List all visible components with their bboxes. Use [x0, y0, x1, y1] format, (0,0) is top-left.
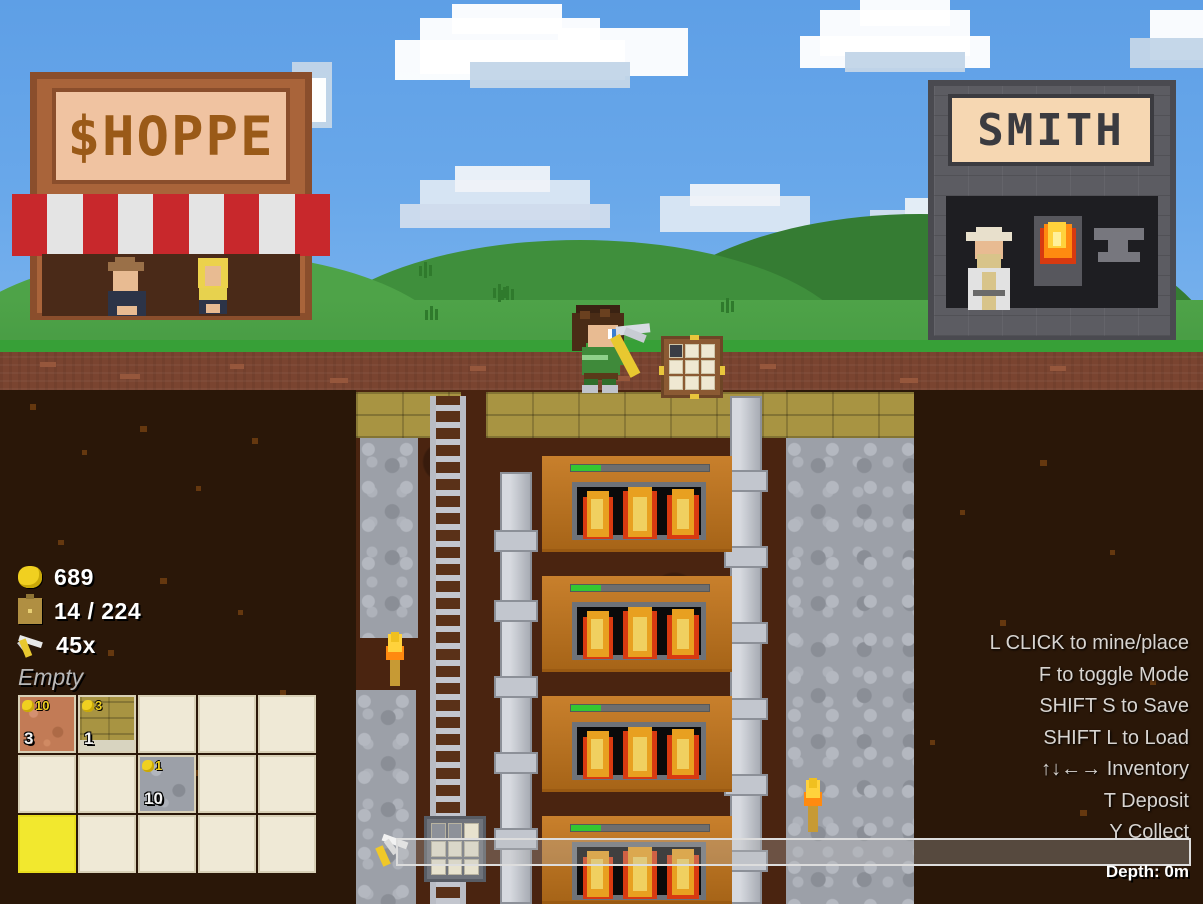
brick-band-far-right	[786, 392, 914, 438]
furnace-window	[572, 722, 706, 780]
gold-coin-icon	[22, 699, 34, 712]
inventory-slot-1[interactable]: 31	[78, 695, 136, 753]
gold-coin-icon	[18, 566, 42, 588]
stone-block-right[interactable]	[786, 438, 914, 904]
backpack-icon	[18, 594, 42, 624]
pickaxe-icon	[17, 633, 44, 658]
stone-block-left[interactable]	[360, 438, 418, 638]
slot-quantity: 10	[144, 789, 163, 808]
control-hint-1: F to toggle Mode	[1038, 663, 1189, 686]
inventory-slot-5[interactable]	[18, 755, 76, 813]
smith-npc[interactable]	[966, 227, 1012, 310]
furnace-progress-fill	[571, 705, 602, 711]
slot-quantity: 3	[24, 729, 34, 748]
control-hint-3: SHIFT L to Load	[1043, 726, 1189, 749]
shop-building[interactable]: $HOPPE	[12, 72, 330, 320]
player-character[interactable]	[572, 305, 651, 393]
shop-awning	[12, 194, 330, 256]
control-hint-4: ↑↓←→ Inventory	[1041, 758, 1189, 780]
shop-sign: $HOPPE	[52, 88, 290, 184]
fire-icon	[577, 727, 701, 779]
shop-npc-2[interactable]	[196, 258, 232, 316]
inventory-slot-8[interactable]	[198, 755, 256, 813]
torch-right[interactable]	[800, 778, 826, 832]
furnace-progress-fill	[571, 825, 602, 831]
torch-left[interactable]	[382, 632, 408, 686]
controls-hint-panel: L CLICK to mine/place F to toggle Mode SHI…	[990, 628, 1189, 849]
inventory-slot-3[interactable]	[198, 695, 256, 753]
inventory-slot-4[interactable]	[258, 695, 316, 753]
furnace-progress-bar	[570, 704, 710, 712]
inventory-slot-14[interactable]	[258, 815, 316, 873]
slot-price: 3	[82, 698, 102, 713]
furnace-1[interactable]	[542, 576, 732, 672]
hud-gold-row: 689	[18, 560, 316, 594]
control-hint-2: SHIFT S to Save	[1039, 695, 1189, 717]
forge-fire-icon	[1040, 222, 1076, 264]
inventory-slot-0[interactable]: 10 3	[18, 695, 76, 753]
fire-icon	[577, 607, 701, 659]
fire-icon	[577, 487, 701, 539]
furnace-window	[572, 602, 706, 660]
furnace-0[interactable]	[542, 456, 732, 552]
furnace-progress-fill	[571, 585, 602, 591]
inventory-slot-13[interactable]	[198, 815, 256, 873]
shop-npc-1[interactable]	[108, 257, 148, 316]
inventory-slot-7[interactable]: 1 10	[138, 755, 196, 813]
inventory-slot-10[interactable]	[18, 815, 76, 873]
hud-capacity-row: 14 / 224	[18, 594, 316, 628]
inventory-slot-9[interactable]	[258, 755, 316, 813]
shop-stall	[42, 254, 300, 316]
inventory-slot-6[interactable]	[78, 755, 136, 813]
furnace-progress-bar	[570, 824, 710, 832]
hud-pickaxe-row: 45x	[17, 628, 316, 662]
furnace-2[interactable]	[542, 696, 732, 792]
depth-label: Depth: 0m	[1105, 862, 1189, 881]
stone-block-left-2[interactable]	[356, 690, 416, 904]
gold-coin-icon	[142, 759, 154, 772]
control-hint-0: L CLICK to mine/place	[989, 632, 1189, 654]
smith-sign: SMITH	[948, 94, 1154, 166]
pickaxe-value: 45x	[56, 631, 96, 658]
furnace-progress-bar	[570, 464, 710, 472]
shop-sign-text: $HOPPE	[67, 104, 275, 168]
control-hint-5: T Deposit	[1103, 789, 1189, 812]
furnace-window	[572, 482, 706, 540]
furnace-progress-fill	[571, 465, 602, 471]
hud-panel: 689 14 / 224 45x Empty 10 3 3 1 1 10	[17, 560, 316, 873]
inventory-grid[interactable]: 10 3 3 1 1 10	[18, 695, 316, 873]
inventory-slot-12[interactable]	[138, 815, 196, 873]
depth-progress-bar[interactable]	[396, 838, 1191, 866]
inventory-slot-2[interactable]	[138, 695, 196, 753]
gold-coin-icon	[82, 699, 94, 712]
crafting-table-surface[interactable]	[659, 335, 725, 399]
game-viewport[interactable]: $HOPPE SMITH 689 14 / 224 45x Empty 10 3…	[0, 0, 1203, 904]
smith-building[interactable]: SMITH	[928, 80, 1176, 342]
slot-price: 10	[22, 698, 49, 713]
capacity-value: 14 / 224	[54, 597, 142, 624]
slot-price: 1	[142, 758, 162, 773]
inventory-slot-11[interactable]	[78, 815, 136, 873]
slot-quantity: 1	[84, 729, 94, 748]
anvil	[1094, 228, 1144, 240]
selection-label: Empty	[18, 664, 84, 690]
gold-value: 689	[54, 563, 94, 590]
furnace-progress-bar	[570, 584, 710, 592]
smith-sign-text: SMITH	[977, 104, 1125, 156]
